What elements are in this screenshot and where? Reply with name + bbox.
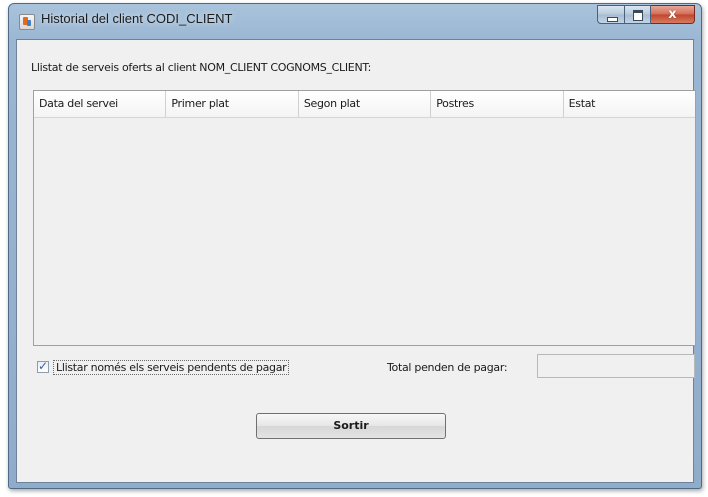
title-bar[interactable]: Historial del client CODI_CLIENT x [9, 4, 701, 38]
column-header-status[interactable]: Estat [564, 91, 695, 117]
services-list-label: Llistat de serveis oferts al client NOM_… [31, 61, 371, 74]
close-icon: x [668, 7, 677, 22]
total-pending-label: Total penden de pagar: [387, 361, 508, 374]
column-header-second-course[interactable]: Segon plat [299, 91, 432, 117]
table-body[interactable] [34, 118, 695, 345]
column-header-dessert[interactable]: Postres [431, 91, 564, 117]
column-header-date[interactable]: Data del servei [34, 91, 167, 117]
pending-only-checkbox-label[interactable]: Llistar només els serveis pendents de pa… [53, 359, 290, 375]
pending-only-checkbox[interactable]: ✓ [37, 359, 49, 373]
java-app-icon [19, 14, 35, 30]
maximize-button[interactable] [625, 5, 651, 24]
exit-button[interactable]: Sortir [256, 413, 446, 439]
close-button[interactable]: x [651, 5, 695, 24]
maximize-icon [633, 10, 643, 21]
table-header: Data del servei Primer plat Segon plat P… [34, 91, 695, 118]
window-title: Historial del client CODI_CLIENT [41, 11, 233, 26]
pending-only-checkbox-group[interactable]: ✓ Llistar només els serveis pendents de … [37, 358, 290, 376]
minimize-icon [607, 17, 618, 22]
dialog-content: Llistat de serveis oferts al client NOM_… [16, 39, 696, 483]
column-header-first-course[interactable]: Primer plat [166, 91, 299, 117]
dialog-window: Historial del client CODI_CLIENT x Llist… [8, 3, 702, 489]
minimize-button[interactable] [597, 5, 625, 24]
checkmark-icon: ✓ [38, 359, 49, 373]
services-table[interactable]: Data del servei Primer plat Segon plat P… [33, 90, 696, 346]
window-controls: x [597, 5, 695, 24]
total-pending-field [537, 354, 695, 378]
